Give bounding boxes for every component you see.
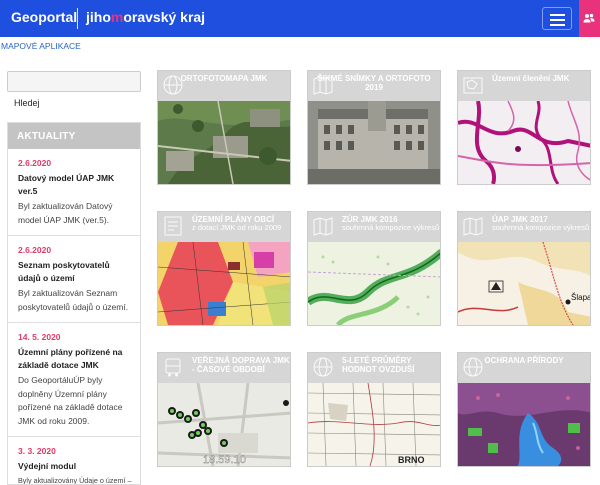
- news-item[interactable]: 2.6.2020 Seznam poskytovatelů údajů o úz…: [8, 236, 140, 323]
- tile-title: ÚAP JMK 2017 souhrnná kompozice výkresů: [492, 215, 590, 233]
- plan-icon: [164, 216, 182, 236]
- news-date: 14. 5. 2020: [18, 332, 61, 342]
- news-panel: AKTUALITY 2.6.2020 Datový model ÚAP JMK …: [7, 122, 141, 485]
- admin-map-icon: [463, 77, 483, 94]
- place-label: Šlapan: [571, 293, 591, 302]
- tile-title: ÚZEMNÍ PLÁNY OBCÍ z dotací JMK od roku 20…: [192, 215, 290, 233]
- news-text: Do GeoportáluÚP byly doplněny Územní plá…: [18, 375, 123, 426]
- tile-title: VEŘEJNÁ DOPRAVA JMK - ČASOVÉ OBDOBÍ: [192, 356, 290, 374]
- tile-subtitle: z dotací JMK od roku 2009: [192, 223, 282, 232]
- app-tile-sikme-snimky[interactable]: ŠIKMÉ SNÍMKY A ORTOFOTO 2019: [307, 70, 441, 185]
- zur-map-thumbnail: [308, 242, 440, 325]
- news-item[interactable]: 2.6.2020 Datový model ÚAP JMK ver.5 Byl …: [8, 149, 140, 236]
- app-tile-ortofotomapa[interactable]: ORTOFOTOMAPA JMK: [157, 70, 291, 185]
- oblique-photo-thumbnail: [308, 101, 440, 184]
- news-title[interactable]: Územní plány pořízené na základě dotace …: [18, 346, 132, 372]
- app-tile-zur-jmk[interactable]: ZÚR JMK 2016 souhrnná kompozice výkresů: [307, 211, 441, 326]
- app-tile-uzemni-cleneni[interactable]: Územní členění JMK: [457, 70, 591, 185]
- bus-icon: [165, 358, 181, 377]
- air-quality-thumbnail: BRNO: [308, 383, 440, 466]
- user-button[interactable]: [579, 0, 600, 37]
- transport-map-thumbnail: 18.59.10: [158, 383, 290, 466]
- app-tile-uzemni-plany[interactable]: ÚZEMNÍ PLÁNY OBCÍ z dotací JMK od roku 20…: [157, 211, 291, 326]
- time-label: 18.59.10: [203, 454, 246, 466]
- top-navbar: Geoportal jihomoravský kraj: [0, 0, 600, 37]
- admin-map-thumbnail: [458, 101, 590, 184]
- tile-title: OCHRANA PŘÍRODY: [484, 356, 564, 365]
- geoportal-logo[interactable]: Geoportal: [11, 9, 77, 25]
- search-button[interactable]: Hledej: [14, 98, 40, 108]
- news-date: 3. 3. 2020: [18, 446, 56, 456]
- news-title[interactable]: Datový model ÚAP JMK ver.5: [18, 172, 132, 198]
- news-text: Byly aktualizovány Údaje o území – jevy …: [18, 476, 132, 485]
- tile-subtitle: souhrnná kompozice výkresů: [492, 223, 590, 232]
- news-item[interactable]: 14. 5. 2020 Územní plány pořízené na zák…: [8, 323, 140, 437]
- news-date: 2.6.2020: [18, 158, 52, 168]
- tile-title: Územní členění JMK: [492, 74, 570, 83]
- app-tile-uap-jmk[interactable]: ÚAP JMK 2017 souhrnná kompozice výkresů Š…: [457, 211, 591, 326]
- ortophoto-thumbnail: [158, 101, 290, 184]
- map-icon: [463, 217, 483, 236]
- logo-divider: [77, 8, 78, 29]
- breadcrumb[interactable]: MAPOVÉ APLIKACE: [1, 41, 81, 51]
- news-title[interactable]: Výdejní modul: [18, 460, 132, 473]
- tile-title: ŠIKMÉ SNÍMKY A ORTOFOTO 2019: [317, 74, 431, 92]
- region-title: jihomoravský kraj: [86, 9, 206, 25]
- hamburger-icon: [550, 14, 565, 16]
- land-plan-thumbnail: [158, 242, 290, 325]
- uap-map-thumbnail: Šlapan: [458, 242, 591, 325]
- news-title[interactable]: Seznam poskytovatelů údajů o území: [18, 259, 132, 285]
- news-text: Byl zaktualizován Datový model ÚAP JMK (…: [18, 201, 113, 225]
- tile-title: 5-LETÉ PRŮMĚRY HODNOT OVZDUŠÍ: [342, 356, 415, 374]
- news-heading: AKTUALITY: [8, 123, 140, 149]
- tile-subtitle: souhrnná kompozice výkresů: [342, 223, 440, 232]
- tile-title: ZÚR JMK 2016 souhrnná kompozice výkresů: [342, 215, 440, 233]
- nature-map-thumbnail: [458, 383, 590, 466]
- globe-icon: [313, 357, 333, 377]
- menu-toggle-button[interactable]: [542, 7, 572, 30]
- app-tile-verejna-doprava[interactable]: VEŘEJNÁ DOPRAVA JMK - ČASOVÉ OBDOBÍ 18.5…: [157, 352, 291, 467]
- users-icon: [583, 13, 595, 23]
- news-text: Byl zaktualizován Seznam poskytovatelů ú…: [18, 288, 129, 312]
- tile-title: ORTOFOTOMAPA JMK: [180, 74, 268, 83]
- news-item[interactable]: 3. 3. 2020 Výdejní modul Byly aktualizov…: [8, 437, 140, 485]
- app-tile-ochrana-prirody[interactable]: OCHRANA PŘÍRODY: [457, 352, 591, 467]
- app-tile-ovzdusi[interactable]: 5-LETÉ PRŮMĚRY HODNOT OVZDUŠÍ BRNO: [307, 352, 441, 467]
- search-input[interactable]: [7, 71, 141, 92]
- city-label: BRNO: [398, 455, 425, 465]
- map-icon: [313, 217, 333, 236]
- news-date: 2.6.2020: [18, 245, 52, 255]
